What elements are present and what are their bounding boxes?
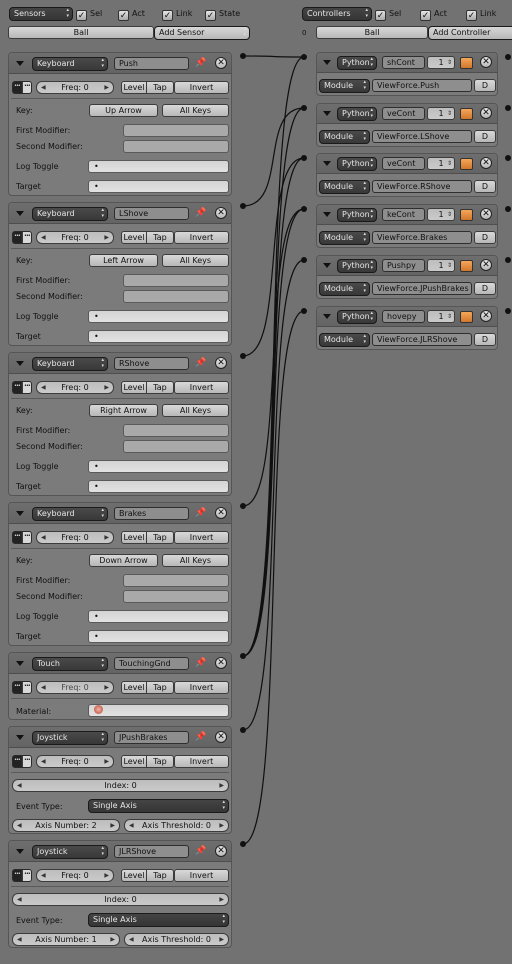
- sensor-output-socket[interactable]: [240, 503, 246, 509]
- controller-input-socket[interactable]: [301, 257, 307, 263]
- controller-output-socket[interactable]: [505, 105, 511, 111]
- logic-links: [242, 55, 305, 845]
- controller-input-socket[interactable]: [301, 155, 307, 161]
- controller-output-socket[interactable]: [505, 54, 511, 60]
- sensor-output-socket[interactable]: [240, 727, 246, 733]
- sensor-output-socket[interactable]: [240, 353, 246, 359]
- controller-output-socket[interactable]: [505, 257, 511, 263]
- sensor-output-socket[interactable]: [240, 653, 246, 659]
- link-wire: [242, 157, 305, 357]
- sensor-output-socket[interactable]: [240, 203, 246, 209]
- controller-input-socket[interactable]: [301, 206, 307, 212]
- controller-input-socket[interactable]: [301, 308, 307, 314]
- link-wire: [242, 55, 305, 58]
- link-wire: [242, 259, 305, 731]
- link-wire: [242, 107, 305, 207]
- sensor-output-socket[interactable]: [240, 53, 246, 59]
- sensor-output-socket[interactable]: [240, 841, 246, 847]
- controller-output-socket[interactable]: [505, 308, 511, 314]
- controller-input-socket[interactable]: [301, 105, 307, 111]
- controller-output-socket[interactable]: [505, 155, 511, 161]
- controller-output-socket[interactable]: [505, 206, 511, 212]
- controller-input-socket[interactable]: [301, 54, 307, 60]
